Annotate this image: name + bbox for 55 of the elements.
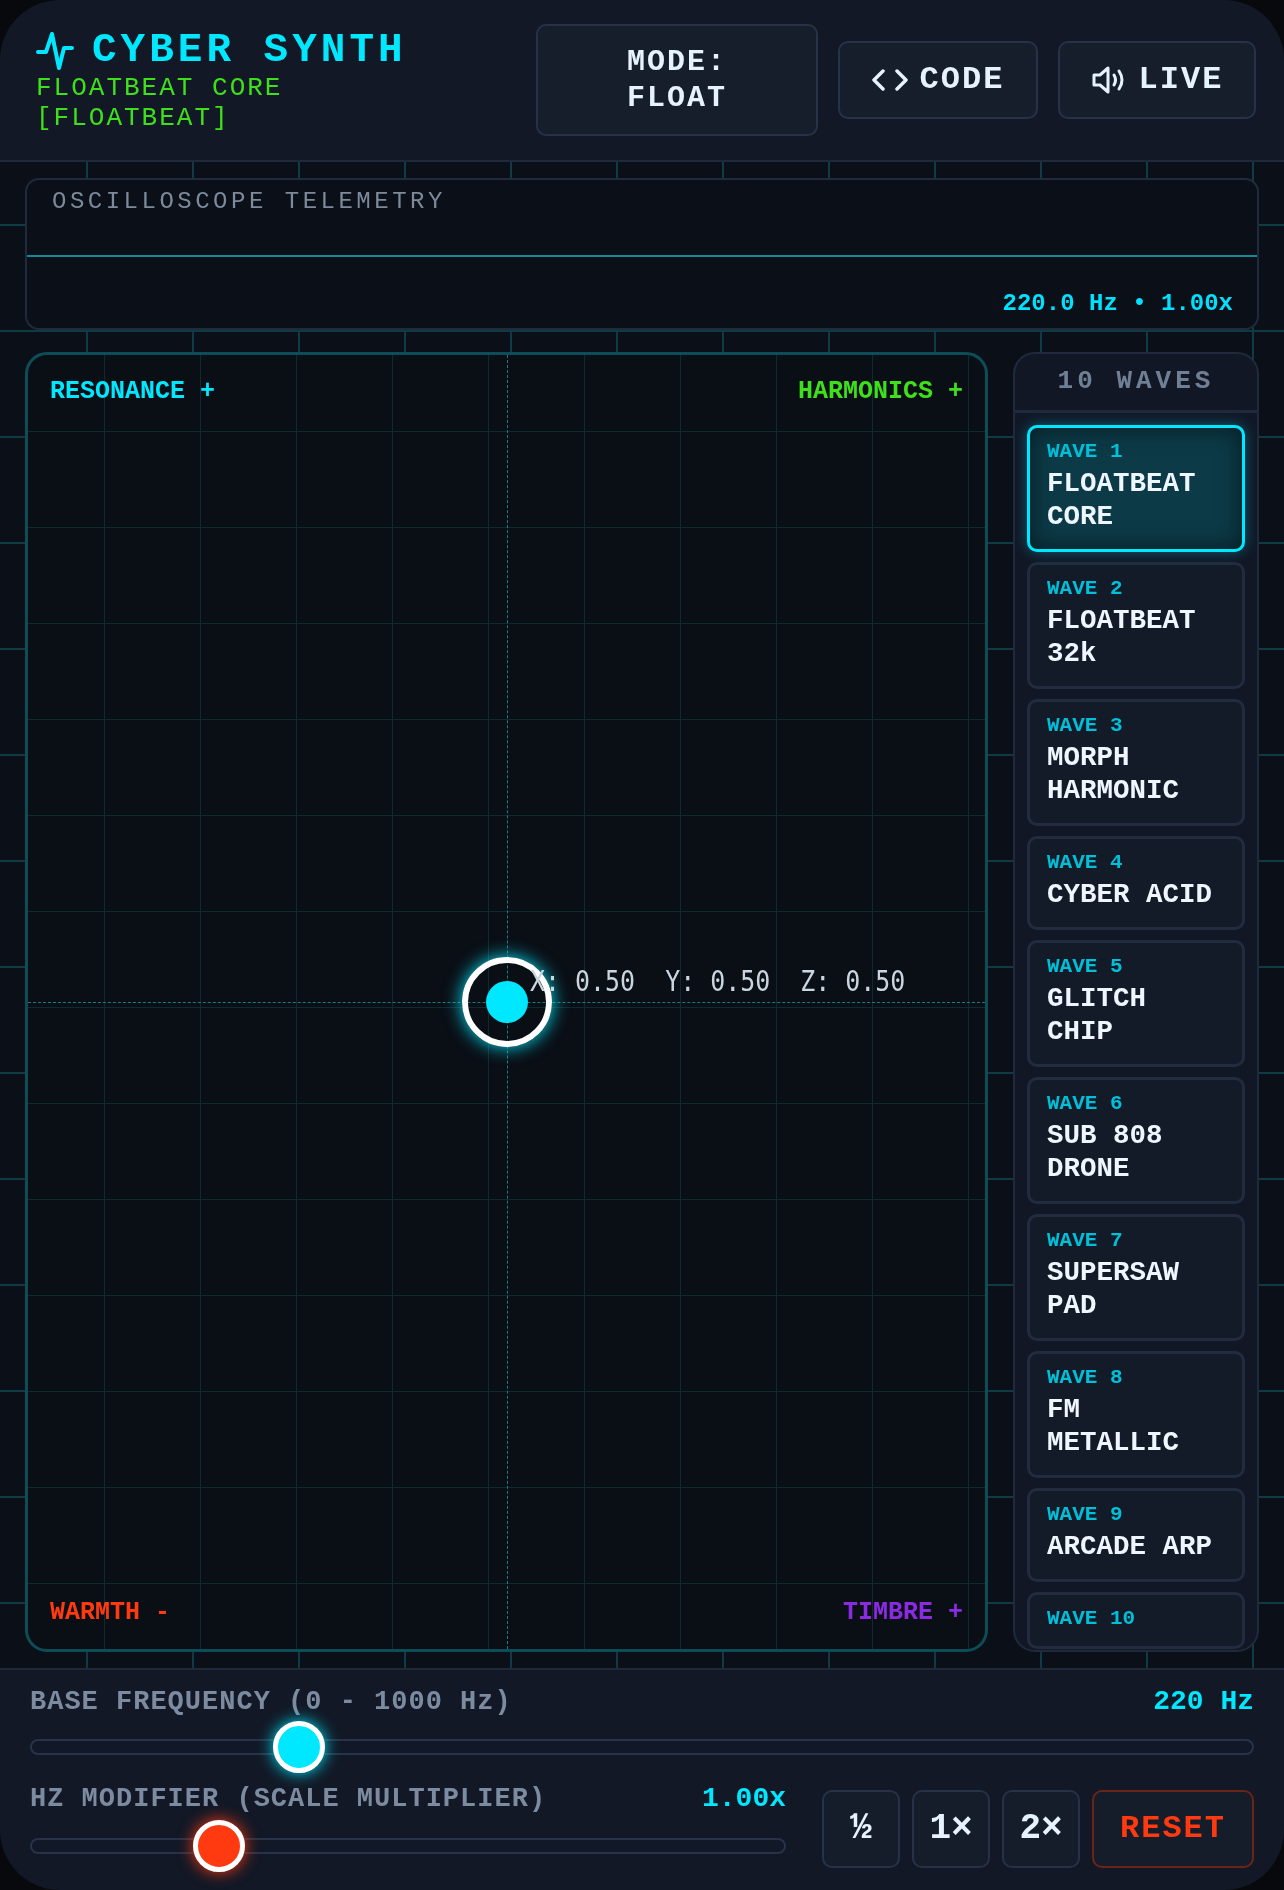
multiplier-button[interactable]: 1×: [912, 1789, 990, 1868]
xy-puck[interactable]: [461, 957, 552, 1047]
slider-label: HZ MODIFIER (SCALE MULTIPLIER): [30, 1783, 547, 1814]
wave-item[interactable]: WAVE 7 SUPERSAW PAD: [1027, 1214, 1245, 1341]
wave-number: WAVE 2: [1047, 577, 1124, 600]
wave-number: WAVE 7: [1047, 1229, 1124, 1252]
modifier-value: 1.00x: [702, 1783, 786, 1814]
wave-name: FLOATBEAT 32k: [1047, 604, 1197, 670]
telemetry-readout: 220.0 Hz • 1.00x: [1002, 290, 1233, 317]
wave-item[interactable]: WAVE 4 CYBER ACID: [1027, 836, 1245, 930]
wave-number: WAVE 10: [1047, 1607, 1137, 1630]
wave-name: GLITCH CHIP: [1047, 982, 1148, 1048]
subtitle: FLOATBEAT CORE [FLOATBEAT]: [36, 73, 284, 133]
slider-thumb[interactable]: [193, 1820, 245, 1872]
telemetry-title: OSCILLOSCOPE TELEMETRY: [51, 187, 447, 217]
wave-name: SUPERSAW PAD: [1047, 1256, 1181, 1322]
live-button[interactable]: LIVE: [1058, 41, 1256, 119]
wave-number: WAVE 9: [1047, 1503, 1124, 1526]
wave-name: CYBER ACID: [1047, 878, 1214, 911]
code-icon: [871, 68, 908, 92]
wave-item[interactable]: WAVE 1 FLOATBEAT CORE: [1027, 425, 1245, 552]
wave-item[interactable]: WAVE 3 MORPH HARMONIC: [1027, 699, 1245, 826]
axis-label: TIMBRE +: [842, 1598, 963, 1627]
code-button[interactable]: CODE: [838, 41, 1038, 119]
frequency-slider[interactable]: [30, 1719, 1254, 1775]
wave-item[interactable]: WAVE 9 ARCADE ARP: [1027, 1488, 1245, 1582]
wave-number: WAVE 8: [1047, 1366, 1124, 1389]
wave-list-title: 10 WAVES: [1015, 354, 1257, 413]
axis-label: RESONANCE +: [50, 377, 216, 406]
wave-item[interactable]: WAVE 5 GLITCH CHIP: [1027, 940, 1245, 1067]
wave-number: WAVE 1: [1047, 440, 1124, 463]
wave-item[interactable]: WAVE 6 SUB 808 DRONE: [1027, 1077, 1245, 1204]
multiplier-button[interactable]: ½: [822, 1789, 900, 1868]
wave-name: ARCADE ARP: [1047, 1530, 1214, 1563]
wave-number: WAVE 3: [1047, 714, 1124, 737]
slider-label: BASE FREQUENCY (0 - 1000 Hz): [30, 1686, 512, 1717]
axis-label: WARMTH -: [50, 1598, 171, 1627]
wave-item[interactable]: WAVE 8 FM METALLIC: [1027, 1351, 1245, 1478]
reset-button[interactable]: RESET: [1092, 1789, 1254, 1868]
modifier-slider[interactable]: [30, 1818, 786, 1874]
app-title: CYBER SYNTH: [92, 27, 407, 73]
wave-name: FLOATBEAT CORE: [1047, 467, 1197, 533]
wave-name: SUB 808 DRONE: [1047, 1119, 1164, 1185]
wave-item[interactable]: WAVE 10: [1027, 1592, 1245, 1649]
mode-button[interactable]: MODE: FLOAT: [536, 24, 818, 136]
slider-thumb[interactable]: [273, 1721, 326, 1773]
wave-name: FM METALLIC: [1047, 1393, 1181, 1459]
frequency-value: 220 Hz: [1153, 1686, 1254, 1717]
axis-label: HARMONICS +: [797, 377, 963, 406]
wave-number: WAVE 4: [1047, 851, 1124, 874]
multiplier-button[interactable]: 2×: [1002, 1789, 1080, 1868]
wave-number: WAVE 6: [1047, 1092, 1124, 1115]
wave-name: MORPH HARMONIC: [1047, 741, 1181, 807]
wave-item[interactable]: WAVE 2 FLOATBEAT 32k: [1027, 562, 1245, 689]
wave-number: WAVE 5: [1047, 955, 1124, 978]
